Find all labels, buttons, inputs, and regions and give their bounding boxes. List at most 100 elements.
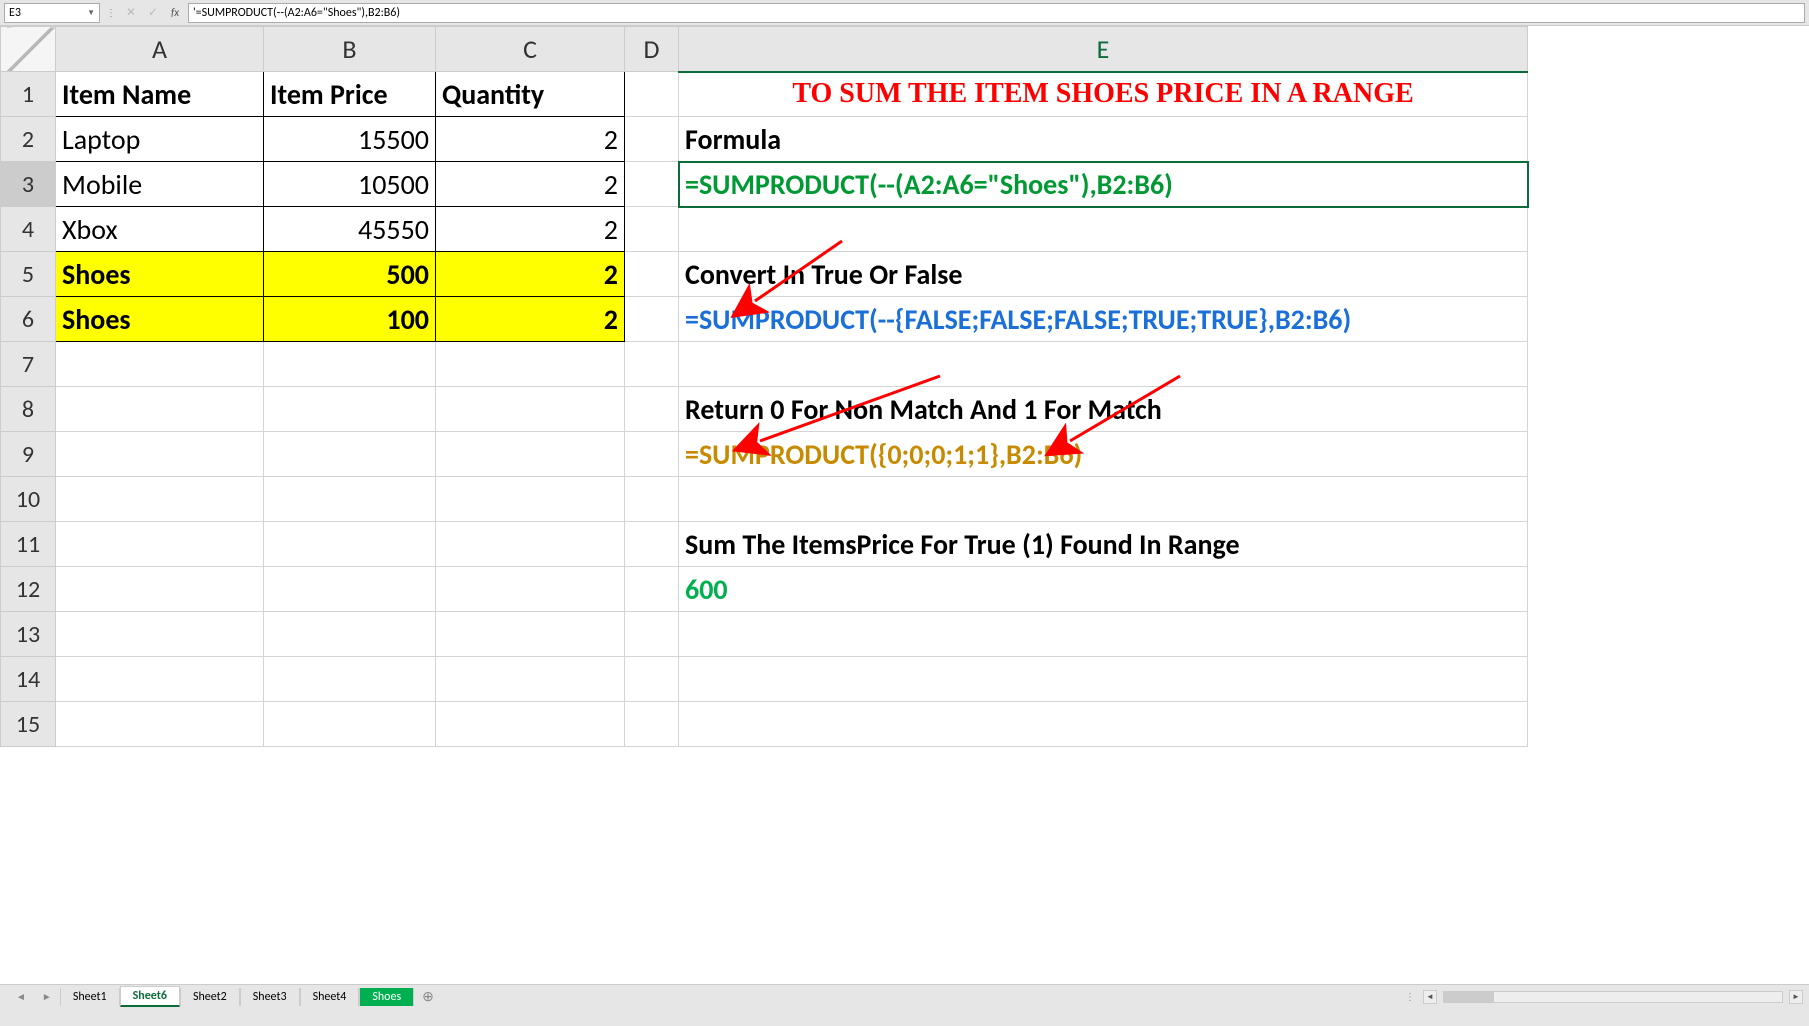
cell-E6[interactable]: =SUMPRODUCT(--{FALSE;FALSE;FALSE;TRUE;TR… xyxy=(679,297,1528,342)
row-head-15[interactable]: 15 xyxy=(1,702,56,747)
formula-input[interactable]: '=SUMPRODUCT(--(A2:A6="Shoes"),B2:B6) xyxy=(188,3,1805,23)
cell-C7[interactable] xyxy=(436,342,625,387)
cell-C5[interactable]: 2 xyxy=(436,252,625,297)
row-head-10[interactable]: 10 xyxy=(1,477,56,522)
row-head-3[interactable]: 3 xyxy=(1,162,56,207)
row-head-4[interactable]: 4 xyxy=(1,207,56,252)
cell-B8[interactable] xyxy=(264,387,436,432)
new-sheet-button[interactable]: ⊕ xyxy=(414,988,442,1005)
cell-C10[interactable] xyxy=(436,477,625,522)
cell-D14[interactable] xyxy=(625,657,679,702)
cell-C6[interactable]: 2 xyxy=(436,297,625,342)
sheet-tab-sheet6[interactable]: Sheet6 xyxy=(120,986,180,1007)
row-head-9[interactable]: 9 xyxy=(1,432,56,477)
cell-D15[interactable] xyxy=(625,702,679,747)
cell-A9[interactable] xyxy=(56,432,264,477)
cell-A6[interactable]: Shoes xyxy=(56,297,264,342)
cell-D7[interactable] xyxy=(625,342,679,387)
col-head-E[interactable]: E xyxy=(679,27,1528,72)
sheet-tab-sheet2[interactable]: Sheet2 xyxy=(180,988,240,1006)
sheet-tab-shoes[interactable]: Shoes xyxy=(359,988,414,1006)
cell-D9[interactable] xyxy=(625,432,679,477)
name-box[interactable]: E3 ▼ xyxy=(4,3,100,23)
tab-nav-next-icon[interactable]: ► xyxy=(34,990,60,1003)
cell-A4[interactable]: Xbox xyxy=(56,207,264,252)
cell-E13[interactable] xyxy=(679,612,1528,657)
cell-B12[interactable] xyxy=(264,567,436,612)
row-head-13[interactable]: 13 xyxy=(1,612,56,657)
cell-B6[interactable]: 100 xyxy=(264,297,436,342)
cell-E4[interactable] xyxy=(679,207,1528,252)
cell-C14[interactable] xyxy=(436,657,625,702)
sheet-tab-sheet3[interactable]: Sheet3 xyxy=(240,988,300,1006)
cell-E11[interactable]: Sum The ItemsPrice For True (1) Found In… xyxy=(679,522,1528,567)
cell-C9[interactable] xyxy=(436,432,625,477)
cell-C12[interactable] xyxy=(436,567,625,612)
row-head-1[interactable]: 1 xyxy=(1,72,56,117)
col-head-C[interactable]: C xyxy=(436,27,625,72)
cell-B9[interactable] xyxy=(264,432,436,477)
cell-A7[interactable] xyxy=(56,342,264,387)
cell-E7[interactable] xyxy=(679,342,1528,387)
spreadsheet-grid[interactable]: A B C D E 1 Item Name Item Price Quantit… xyxy=(0,26,1809,984)
row-head-2[interactable]: 2 xyxy=(1,117,56,162)
cell-C3[interactable]: 2 xyxy=(436,162,625,207)
cell-B15[interactable] xyxy=(264,702,436,747)
cell-D5[interactable] xyxy=(625,252,679,297)
cell-E10[interactable] xyxy=(679,477,1528,522)
cell-E9[interactable]: =SUMPRODUCT({0;0;0;1;1},B2:B6) xyxy=(679,432,1528,477)
cell-B1[interactable]: Item Price xyxy=(264,72,436,117)
cell-E15[interactable] xyxy=(679,702,1528,747)
cell-B13[interactable] xyxy=(264,612,436,657)
cell-D6[interactable] xyxy=(625,297,679,342)
cell-A3[interactable]: Mobile xyxy=(56,162,264,207)
cell-C4[interactable]: 2 xyxy=(436,207,625,252)
cell-B7[interactable] xyxy=(264,342,436,387)
cell-C1[interactable]: Quantity xyxy=(436,72,625,117)
cell-A12[interactable] xyxy=(56,567,264,612)
cell-A15[interactable] xyxy=(56,702,264,747)
cell-B5[interactable]: 500 xyxy=(264,252,436,297)
select-all-corner[interactable] xyxy=(1,27,56,72)
cell-C8[interactable] xyxy=(436,387,625,432)
cell-C15[interactable] xyxy=(436,702,625,747)
chevron-down-icon[interactable]: ▼ xyxy=(87,8,95,18)
cell-D1[interactable] xyxy=(625,72,679,117)
cell-B14[interactable] xyxy=(264,657,436,702)
row-head-11[interactable]: 11 xyxy=(1,522,56,567)
row-head-7[interactable]: 7 xyxy=(1,342,56,387)
horizontal-scrollbar[interactable] xyxy=(1443,991,1783,1003)
cell-D11[interactable] xyxy=(625,522,679,567)
cell-E12[interactable]: 600 xyxy=(679,567,1528,612)
cell-A11[interactable] xyxy=(56,522,264,567)
cell-D13[interactable] xyxy=(625,612,679,657)
col-head-D[interactable]: D xyxy=(625,27,679,72)
cell-A14[interactable] xyxy=(56,657,264,702)
row-head-8[interactable]: 8 xyxy=(1,387,56,432)
cell-A8[interactable] xyxy=(56,387,264,432)
row-head-5[interactable]: 5 xyxy=(1,252,56,297)
scroll-right-icon[interactable]: ► xyxy=(1789,990,1803,1004)
row-head-14[interactable]: 14 xyxy=(1,657,56,702)
col-head-B[interactable]: B xyxy=(264,27,436,72)
row-head-12[interactable]: 12 xyxy=(1,567,56,612)
cell-B2[interactable]: 15500 xyxy=(264,117,436,162)
cell-D2[interactable] xyxy=(625,117,679,162)
cell-B10[interactable] xyxy=(264,477,436,522)
row-head-6[interactable]: 6 xyxy=(1,297,56,342)
cell-C13[interactable] xyxy=(436,612,625,657)
cell-C2[interactable]: 2 xyxy=(436,117,625,162)
cell-E8[interactable]: Return 0 For Non Match And 1 For Match xyxy=(679,387,1528,432)
cell-B3[interactable]: 10500 xyxy=(264,162,436,207)
cell-A1[interactable]: Item Name xyxy=(56,72,264,117)
cell-D3[interactable] xyxy=(625,162,679,207)
sheet-tab-sheet1[interactable]: Sheet1 xyxy=(60,988,120,1006)
cell-E5[interactable]: Convert In True Or False xyxy=(679,252,1528,297)
cell-A2[interactable]: Laptop xyxy=(56,117,264,162)
cell-D4[interactable] xyxy=(625,207,679,252)
cell-A5[interactable]: Shoes xyxy=(56,252,264,297)
cell-D8[interactable] xyxy=(625,387,679,432)
cell-A13[interactable] xyxy=(56,612,264,657)
cell-D12[interactable] xyxy=(625,567,679,612)
cell-B11[interactable] xyxy=(264,522,436,567)
